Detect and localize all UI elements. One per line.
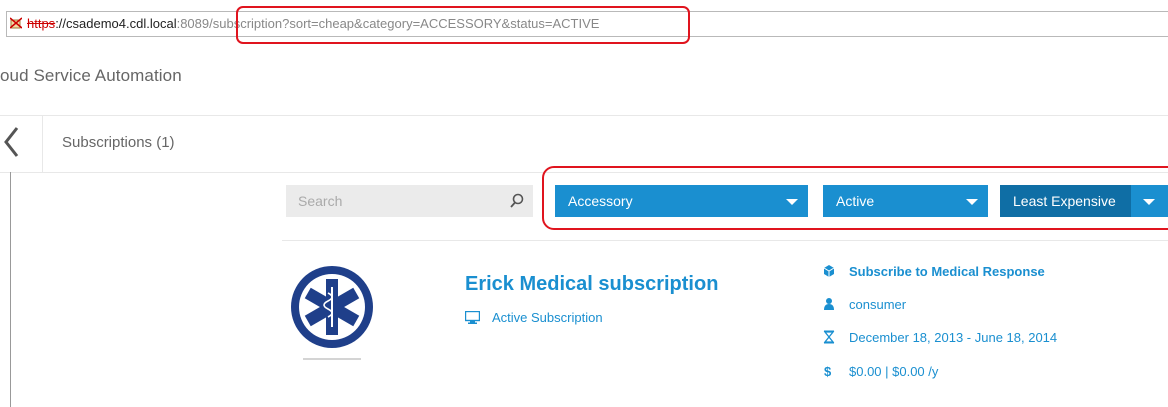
url-scheme: https (27, 16, 56, 31)
subscription-status-label: Active Subscription (492, 310, 603, 325)
results-divider (282, 240, 1168, 241)
owner-name: consumer (849, 297, 907, 312)
url-host: ://csademo4.cdl.local (55, 16, 177, 31)
url-highlight-annotation (236, 6, 690, 44)
nav-divider (42, 116, 43, 172)
back-arrow-icon[interactable] (0, 125, 22, 159)
url-port: :8089 (176, 16, 210, 31)
header-divider (0, 115, 1168, 116)
star-of-life-logo[interactable] (285, 263, 381, 363)
app-title: oud Service Automation (0, 66, 182, 85)
hourglass-icon (823, 330, 835, 344)
left-panel-edge (10, 172, 11, 407)
security-warning-icon[interactable] (10, 17, 22, 29)
subscription-title[interactable]: Erick Medical subscription (465, 273, 718, 296)
cube-icon (823, 265, 835, 277)
subscription-dates: December 18, 2013 - June 18, 2014 (849, 330, 1058, 345)
subscriptions-heading: Subscriptions (1) (62, 134, 175, 151)
monitor-icon (465, 311, 480, 324)
search-box[interactable]: Search (286, 185, 533, 217)
subscription-price: $0.00 | $0.00 /y (849, 364, 939, 379)
filters-highlight-annotation (542, 166, 1168, 230)
search-input[interactable]: Search (298, 193, 342, 209)
offering-name: Subscribe to Medical Response (849, 264, 1045, 279)
dollar-icon: $ (824, 364, 832, 379)
search-icon[interactable] (509, 193, 525, 209)
user-icon (824, 298, 834, 310)
